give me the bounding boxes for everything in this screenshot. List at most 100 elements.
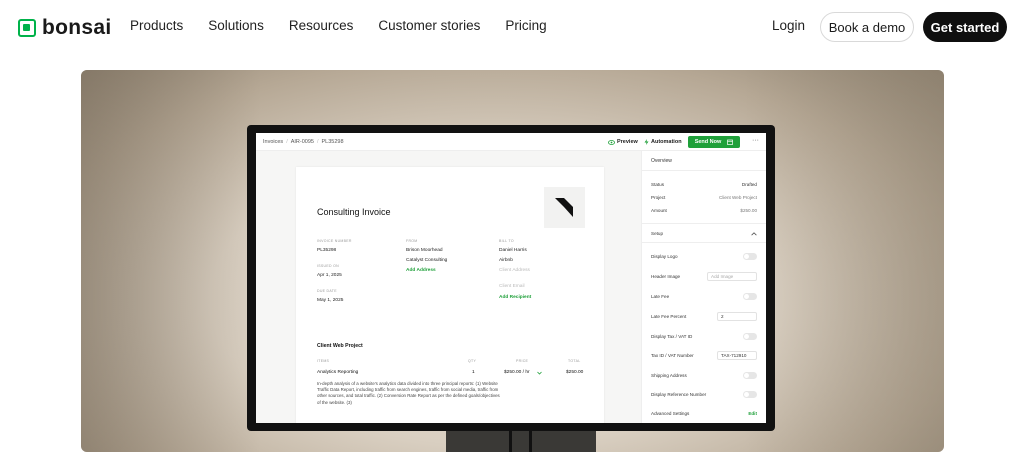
bill-to-label: BILL TO	[499, 239, 514, 243]
bill-to-name[interactable]: Daniel Harris	[499, 248, 527, 253]
eye-icon	[608, 139, 615, 145]
due-label: DUE DATE	[317, 289, 337, 293]
client-address-field[interactable]: Client Address	[499, 268, 530, 273]
from-label: FROM	[406, 239, 418, 243]
calendar-icon[interactable]	[727, 139, 734, 145]
line-item-price[interactable]: $250.00 / hr	[504, 370, 530, 375]
main-menu: Products Solutions Resources Customer st…	[130, 18, 547, 33]
tax-id-label: Tax ID / VAT Number	[651, 353, 694, 358]
display-tax-label: Display Tax / VAT ID	[651, 334, 693, 339]
invoice-document: Consulting Invoice INVOICE NUMBER PL3529…	[296, 167, 604, 423]
bonsai-logo[interactable]: bonsai	[18, 16, 111, 40]
preview-button[interactable]: Preview	[608, 139, 638, 145]
automation-button[interactable]: Automation	[644, 139, 682, 145]
tab-overview[interactable]: Overview	[651, 158, 672, 164]
add-recipient-link[interactable]: Add Recipient	[499, 295, 531, 300]
app-topbar: Invoices / AIR-0095 / PL35298 Preview Au…	[256, 133, 766, 151]
late-fee-percent-input[interactable]: 2	[717, 312, 757, 321]
amount-value: $250.00	[740, 208, 757, 213]
tax-id-value: TAX-712910	[721, 353, 747, 358]
bill-to-company[interactable]: Airbnb	[499, 258, 513, 263]
chevron-up-icon[interactable]	[751, 232, 757, 236]
monitor: Invoices / AIR-0095 / PL35298 Preview Au…	[247, 125, 775, 431]
book-demo-button[interactable]: Book a demo	[820, 12, 914, 42]
late-fee-label: Late Fee	[651, 294, 670, 299]
amount-label: Amount	[651, 208, 667, 213]
send-now-label: Send Now	[694, 139, 722, 145]
more-options-icon[interactable]: ···	[752, 137, 759, 144]
nav-pricing[interactable]: Pricing	[505, 18, 546, 33]
divider	[642, 242, 766, 243]
add-image-label: Add Image	[711, 274, 734, 279]
breadcrumb-client[interactable]: AIR-0095	[291, 139, 314, 145]
line-item-name[interactable]: Analytics Reporting	[317, 370, 358, 375]
client-email-field[interactable]: Client Email	[499, 284, 525, 289]
chevron-down-icon[interactable]	[537, 371, 542, 375]
invoice-title: Consulting Invoice	[317, 207, 391, 217]
company-logo-icon	[555, 198, 573, 217]
add-address-link[interactable]: Add Address	[406, 268, 436, 273]
breadcrumb-invoice: PL35298	[321, 139, 344, 145]
reference-number-label: Display Reference Number	[651, 392, 707, 397]
status-label: Status	[651, 182, 665, 187]
company-logo[interactable]	[544, 187, 585, 228]
nav-solutions[interactable]: Solutions	[208, 18, 264, 33]
brand-name: bonsai	[42, 16, 112, 39]
project-label: Project	[651, 195, 666, 200]
tax-id-input[interactable]: TAX-712910	[717, 351, 757, 360]
nav-products[interactable]: Products	[130, 18, 183, 33]
nav-customer-stories[interactable]: Customer stories	[378, 18, 480, 33]
monitor-cable	[509, 430, 512, 452]
breadcrumb-separator: /	[316, 139, 319, 145]
invoice-side-panel: Overview Status Drafted Project Client W…	[641, 151, 766, 423]
divider	[642, 170, 766, 171]
preview-label: Preview	[617, 139, 638, 145]
setup-heading[interactable]: Setup	[651, 231, 663, 236]
line-item-description[interactable]: In-depth analysis of a website's analyti…	[317, 381, 503, 406]
divider	[642, 223, 766, 224]
breadcrumb: Invoices / AIR-0095 / PL35298	[263, 139, 344, 145]
project-title: Client Web Project	[317, 343, 363, 349]
late-fee-percent-value: 2	[721, 314, 724, 319]
line-item-qty[interactable]: 1	[472, 370, 475, 375]
invoice-canvas: Consulting Invoice INVOICE NUMBER PL3529…	[256, 151, 641, 423]
column-total: TOTAL	[568, 359, 581, 363]
line-item-total: $250.00	[566, 370, 584, 375]
automation-label: Automation	[651, 139, 682, 145]
late-fee-toggle[interactable]	[743, 293, 757, 300]
invoice-number-label: INVOICE NUMBER	[317, 239, 352, 243]
issued-label: ISSUED ON	[317, 264, 339, 268]
column-qty: QTY	[468, 359, 477, 363]
invoice-number[interactable]: PL35298	[317, 248, 336, 253]
add-image-field[interactable]: Add Image	[707, 272, 757, 281]
issued-date[interactable]: Apr 1, 2025	[317, 273, 342, 278]
app-screen: Invoices / AIR-0095 / PL35298 Preview Au…	[256, 133, 766, 423]
bonsai-logo-icon	[18, 19, 36, 37]
due-date[interactable]: May 1, 2025	[317, 298, 343, 303]
reference-number-toggle[interactable]	[743, 391, 757, 398]
monitor-cable	[529, 430, 532, 452]
from-name[interactable]: Brison Moorhead	[406, 248, 443, 253]
login-link[interactable]: Login	[772, 18, 805, 33]
advanced-settings-edit[interactable]: Edit	[748, 411, 757, 416]
shipping-address-label: Shipping Address	[651, 373, 687, 378]
breadcrumb-invoices[interactable]: Invoices	[263, 139, 283, 145]
get-started-button[interactable]: Get started	[923, 12, 1007, 42]
column-price: PRICE	[516, 359, 529, 363]
advanced-settings-label: Advanced Settings	[651, 411, 690, 416]
display-logo-toggle[interactable]	[743, 253, 757, 260]
status-badge: Drafted	[741, 182, 757, 187]
top-navigation: bonsai Products Solutions Resources Cust…	[0, 0, 1024, 54]
from-company[interactable]: Catalyst Consulting	[406, 258, 447, 263]
breadcrumb-separator: /	[286, 139, 288, 145]
column-items: ITEMS	[317, 359, 330, 363]
nav-resources[interactable]: Resources	[289, 18, 354, 33]
header-image-label: Header Image	[651, 274, 681, 279]
shipping-address-toggle[interactable]	[743, 372, 757, 379]
late-fee-percent-label: Late Fee Percent	[651, 314, 687, 319]
display-tax-toggle[interactable]	[743, 333, 757, 340]
project-value: Client Web Project	[719, 195, 757, 200]
lightning-icon	[644, 139, 649, 145]
hero-image: Invoices / AIR-0095 / PL35298 Preview Au…	[81, 70, 944, 452]
send-now-button[interactable]: Send Now	[688, 136, 740, 148]
